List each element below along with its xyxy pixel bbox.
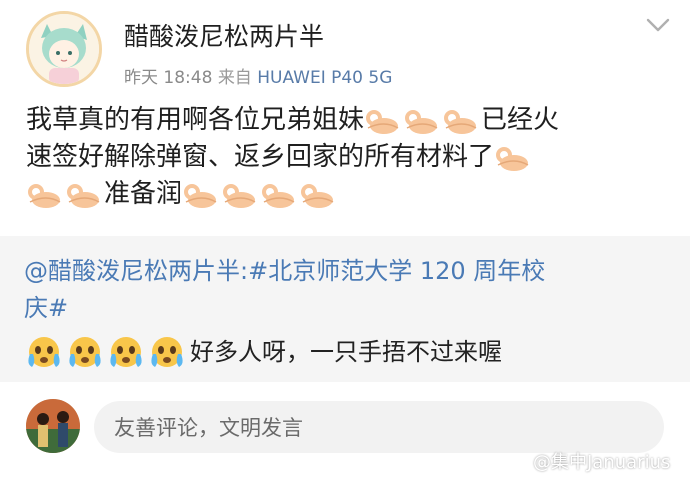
hashtag-link[interactable]: #北京师范大学 120 周年校 — [248, 257, 545, 285]
reposted-content[interactable]: @醋酸泼尼松两片半:#北京师范大学 120 周年校 庆# 好多人呀，一只手捂不过… — [0, 236, 690, 382]
ok-hand-emoji — [494, 143, 530, 173]
post-time: 昨天 18:48 — [124, 68, 213, 88]
source-prefix: 来自 — [217, 68, 252, 88]
chevron-down-icon[interactable] — [643, 14, 673, 36]
comment-input[interactable]: 友善评论，文明发言 — [94, 401, 664, 453]
repost-line-1: @醋酸泼尼松两片半:#北京师范大学 120 周年校 — [24, 254, 545, 288]
ok-hand-emoji — [442, 106, 478, 136]
author-username[interactable]: 醋酸泼尼松两片半 — [124, 17, 324, 53]
post-body: 我草真的有用啊各位兄弟姐妹 已经火 速签好解除弹窗、返乡回家的所有材料了 准备润 — [26, 102, 666, 213]
post-line-1: 我草真的有用啊各位兄弟姐妹 已经火 — [26, 102, 666, 139]
post-text-segment: 已经火 — [481, 105, 560, 135]
weibo-logo-icon — [508, 453, 529, 470]
hashtag-link-continued[interactable]: 庆# — [24, 294, 68, 322]
ok-hand-emoji — [260, 180, 296, 210]
watermark-text: @集中Januarius — [533, 452, 671, 473]
ok-hand-emoji — [364, 106, 400, 136]
ok-hand-emoji — [182, 180, 218, 210]
crying-face-emoji — [24, 334, 64, 370]
ok-hand-emoji — [221, 180, 257, 210]
repost-line-2: 庆# — [24, 291, 68, 325]
post-meta: 昨天 18:48 来自 HUAWEI P40 5G — [124, 63, 392, 88]
mention-link[interactable]: @醋酸泼尼松两片半: — [24, 257, 248, 285]
ok-hand-emoji — [65, 180, 101, 210]
watermark: @集中Januarius — [508, 448, 670, 474]
crying-face-emoji — [65, 334, 105, 370]
ok-hand-emoji — [26, 180, 62, 210]
post-text-segment: 我草真的有用啊各位兄弟姐妹 — [26, 105, 365, 135]
crying-face-emoji — [106, 334, 146, 370]
comment-placeholder: 友善评论，文明发言 — [114, 416, 303, 440]
user-avatar[interactable] — [26, 399, 80, 453]
ok-hand-emoji — [299, 180, 335, 210]
post-line-3: 准备润 — [26, 176, 666, 213]
crying-face-emoji — [147, 334, 187, 370]
repost-text: 好多人呀，一只手捂不过来喔 — [190, 338, 502, 366]
device-name[interactable]: HUAWEI P40 5G — [257, 68, 392, 88]
ok-hand-emoji — [403, 106, 439, 136]
post-text-segment: 速签好解除弹窗、返乡回家的所有材料了 — [26, 142, 495, 172]
post-text-segment: 准备润 — [104, 179, 183, 209]
author-avatar[interactable] — [26, 11, 102, 87]
repost-line-3: 好多人呀，一只手捂不过来喔 — [24, 334, 502, 370]
post-line-2: 速签好解除弹窗、返乡回家的所有材料了 — [26, 139, 666, 176]
